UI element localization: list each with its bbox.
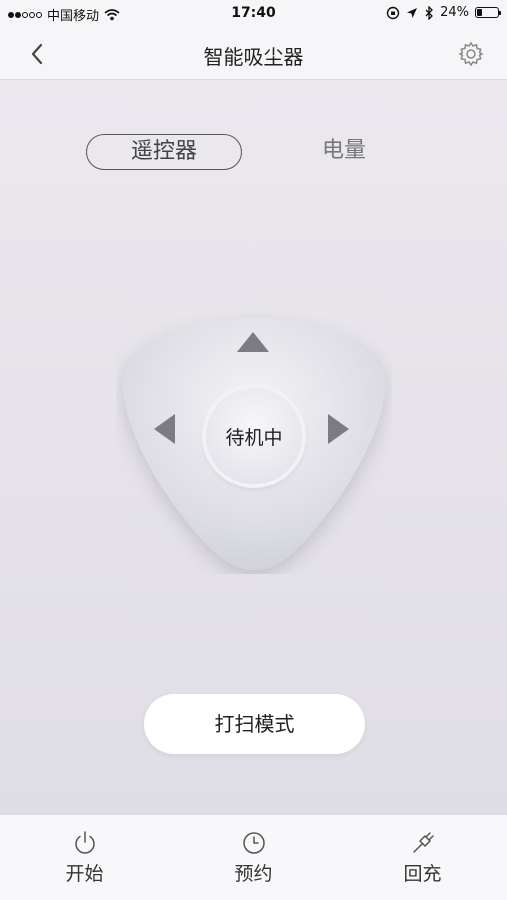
orientation-lock-icon	[386, 6, 400, 19]
robot-status-label: 待机中	[225, 426, 283, 449]
battery-fill	[477, 9, 482, 16]
cleaning-mode-button[interactable]: 打扫模式	[144, 694, 365, 754]
location-icon	[407, 7, 418, 18]
schedule-label: 预约	[234, 863, 273, 885]
nav-bar: 智能吸尘器	[0, 28, 507, 80]
turn-left-button[interactable]	[154, 414, 175, 444]
bottom-toolbar: 开始 预约 回充	[0, 814, 507, 900]
plug-icon	[412, 832, 434, 853]
clock-icon	[242, 832, 265, 854]
battery-percent: 24%	[440, 5, 469, 20]
turn-right-button[interactable]	[328, 414, 349, 444]
gear-icon	[458, 41, 484, 67]
status-bar: 中国移动 17:40 24%	[0, 0, 507, 28]
tab-battery[interactable]: 电量	[304, 134, 384, 170]
settings-button[interactable]	[455, 38, 487, 70]
page-title: 智能吸尘器	[203, 45, 304, 69]
status-right: 24%	[386, 5, 501, 20]
battery-icon	[475, 7, 501, 18]
recharge-label: 回充	[403, 863, 442, 885]
bluetooth-icon	[425, 5, 434, 20]
start-button[interactable]: 开始	[0, 815, 169, 900]
remote-control-pad: 待机中	[116, 310, 392, 574]
start-label: 开始	[65, 863, 104, 885]
schedule-button[interactable]: 预约	[169, 815, 338, 900]
status-center-button[interactable]: 待机中	[206, 388, 302, 484]
main-content: 遥控器 电量 待机中 打扫模式	[0, 80, 507, 814]
move-forward-button[interactable]	[237, 332, 269, 352]
tab-remote-control[interactable]: 遥控器	[86, 134, 242, 170]
recharge-button[interactable]: 回充	[338, 815, 507, 900]
power-icon	[74, 831, 95, 854]
